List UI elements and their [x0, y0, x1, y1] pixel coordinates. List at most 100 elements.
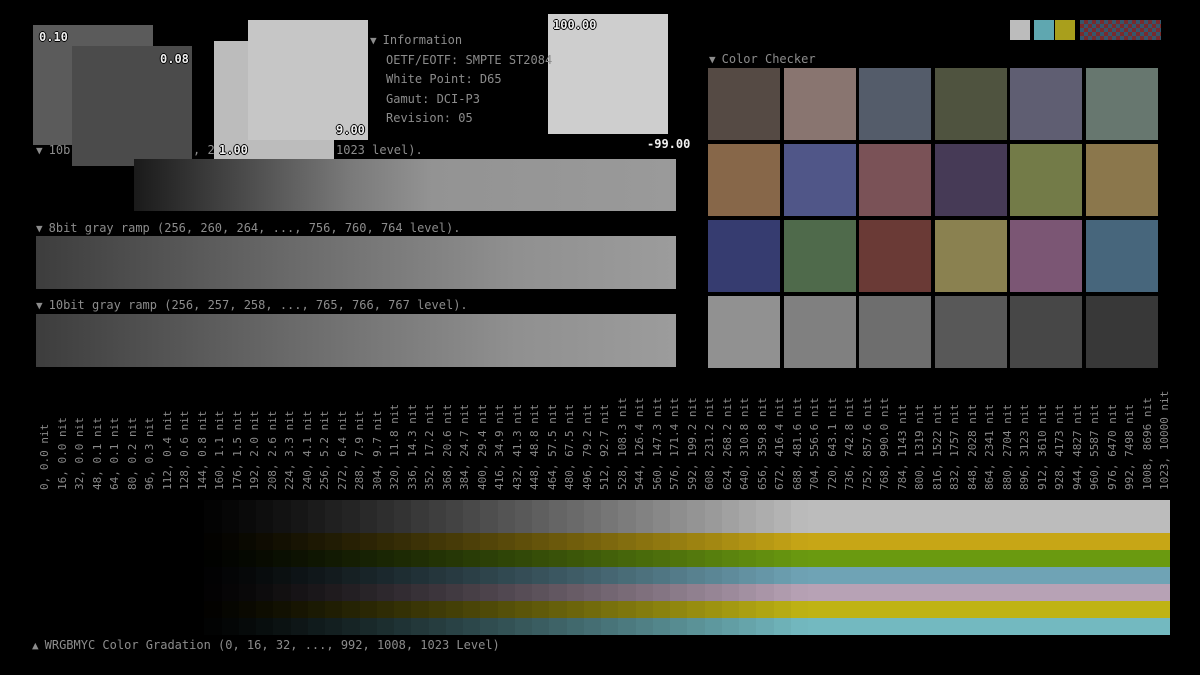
- gradation-step: [859, 550, 877, 567]
- gradation-step: [825, 550, 843, 567]
- nit-label: 448, 48.8 nit: [528, 403, 541, 490]
- collapse-triangle-up-icon[interactable]: ▲: [32, 639, 39, 652]
- gradation-step: [1101, 500, 1119, 533]
- gradation-step: [394, 533, 412, 550]
- gradation-step: [773, 601, 791, 618]
- collapse-triangle-icon[interactable]: ▼: [36, 222, 43, 235]
- gradation-step: [601, 550, 619, 567]
- gradation-step: [670, 567, 688, 584]
- nit-label: 80, 0.2 nit: [125, 417, 139, 490]
- collapse-triangle-icon[interactable]: ▼: [370, 34, 377, 47]
- gradation-step: [221, 550, 239, 567]
- gradation-step: [877, 533, 895, 550]
- gradation-step: [394, 618, 412, 635]
- gradation-step: [1032, 567, 1050, 584]
- gradation-step: [583, 601, 601, 618]
- gradation-step: [514, 618, 532, 635]
- gradation-step: [877, 567, 895, 584]
- gradation-step: [187, 618, 205, 635]
- gradation-step: [463, 567, 481, 584]
- gradation-step: [894, 584, 912, 601]
- gradation-step: [773, 618, 791, 635]
- gradation-title: ▲ WRGBMYC Color Gradation (0, 16, 32, ...…: [32, 638, 500, 652]
- gradation-step: [325, 584, 343, 601]
- nit-label: 496, 79.2 nit: [580, 403, 594, 490]
- collapse-triangle-icon[interactable]: ▼: [36, 144, 43, 157]
- nit-label: 336, 14.3 nit: [405, 403, 419, 490]
- gradation-step: [877, 618, 895, 635]
- gradation-step: [376, 601, 394, 618]
- nit-label: 672, 416.4 nit: [773, 397, 786, 490]
- gradation-step: [808, 584, 826, 601]
- color-checker-title: ▼ Color Checker: [709, 52, 816, 66]
- gradation-step: [376, 618, 394, 635]
- gradation-step: [566, 567, 584, 584]
- gradation-step: [514, 500, 532, 533]
- gradation-step: [549, 567, 567, 584]
- gradation-step: [928, 601, 946, 618]
- gradation-step: [894, 533, 912, 550]
- box-1-00-label: 1.00: [219, 143, 248, 157]
- gradation-step: [342, 500, 360, 533]
- color-checker-patch: [1010, 144, 1082, 216]
- collapse-triangle-icon[interactable]: ▼: [709, 53, 716, 66]
- gradation-step: [238, 567, 256, 584]
- nit-label: 272, 6.4 nit: [335, 410, 349, 490]
- gradation-step: [549, 550, 567, 567]
- gradation-step: [1153, 618, 1171, 635]
- gradation-step: [980, 601, 998, 618]
- gradation-step: [670, 584, 688, 601]
- gradation-step: [394, 500, 412, 533]
- gradation-step: [256, 550, 274, 567]
- nit-label: 304, 9.7 nit: [370, 410, 384, 490]
- gradation-step: [687, 618, 705, 635]
- color-checker-patch: [934, 220, 1007, 292]
- nit-label: 720, 643.1 nit: [825, 397, 839, 490]
- gradation-step: [842, 618, 860, 635]
- gradation-step: [411, 601, 429, 618]
- gradation-step: [463, 533, 481, 550]
- nit-label: 704, 556.6 nit: [808, 397, 821, 490]
- nit-label: 144, 0.8 nit: [195, 410, 209, 490]
- gradation-step: [773, 550, 791, 567]
- nit-label: 176, 1.5 nit: [230, 410, 244, 490]
- gradation-step: [1135, 567, 1153, 584]
- gradation-step: [721, 550, 739, 567]
- gradation-step: [756, 601, 774, 618]
- box-0-10-label: 0.10: [39, 30, 68, 44]
- gradation-step: [652, 567, 670, 584]
- nit-label: 880, 2704 nit: [1000, 403, 1014, 490]
- gradation-step: [756, 500, 774, 533]
- gradation-step: [187, 550, 205, 567]
- gradation-step: [997, 584, 1015, 601]
- gradation-step: [221, 567, 239, 584]
- gradation-step: [187, 533, 205, 550]
- gradation-step: [273, 584, 291, 601]
- gradation-step: [1066, 567, 1084, 584]
- ramp3-title: ▼ 10bit gray ramp (256, 257, 258, ..., 76…: [36, 298, 468, 312]
- gradation-step: [1015, 550, 1033, 567]
- gradation-step: [342, 533, 360, 550]
- collapse-triangle-icon[interactable]: ▼: [36, 299, 43, 312]
- nit-label: 48, 0.1 nit: [90, 417, 104, 490]
- gradation-step: [721, 567, 739, 584]
- gradation-step: [980, 533, 998, 550]
- gradation-step: [514, 533, 532, 550]
- nit-label: 864, 2341 nit: [983, 403, 996, 490]
- nit-label: 64, 0.1 nit: [108, 417, 121, 490]
- gradation-step: [1032, 618, 1050, 635]
- gradation-step: [532, 584, 550, 601]
- gradation-step: [704, 550, 722, 567]
- nit-label: 384, 24.7 nit: [458, 403, 471, 490]
- nit-label: 464, 57.5 nit: [545, 403, 559, 490]
- gradation-step: [187, 601, 205, 618]
- gradation-step: [756, 567, 774, 584]
- gradation-step: [221, 584, 239, 601]
- gradation-step: [532, 567, 550, 584]
- nit-label: 32, 0.0 nit: [73, 417, 86, 490]
- nit-label: 400, 29.4 nit: [475, 403, 489, 490]
- gradation-step: [790, 601, 808, 618]
- gradation-step: [463, 500, 481, 533]
- nit-label: 688, 481.6 nit: [790, 397, 804, 490]
- gradation-step: [307, 618, 325, 635]
